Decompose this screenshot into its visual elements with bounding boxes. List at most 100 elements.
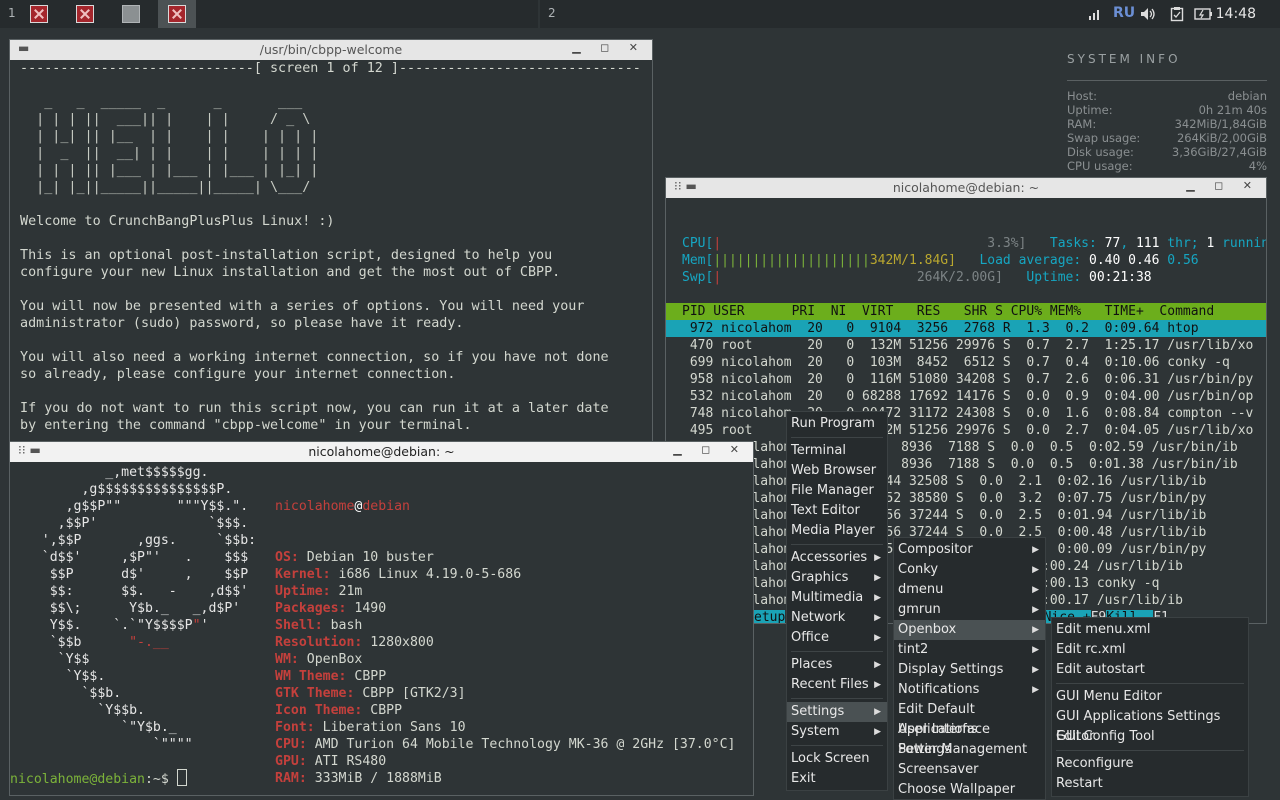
menu-item-notifications[interactable]: Notifications ▶ (894, 680, 1045, 700)
workspace-1-label[interactable]: 1 (8, 6, 16, 20)
menu-item-text-editor[interactable]: Text Editor (787, 501, 887, 521)
process-row[interactable]: nicolahom 20 0 47856 37244 S 0.0 2.5 0:0… (682, 507, 1266, 524)
taskbar-app-4[interactable] (158, 0, 196, 28)
menu-item-display-settings[interactable]: Display Settings ▶ (894, 660, 1045, 680)
taskbar-app-1[interactable] (20, 0, 58, 28)
process-row[interactable]: nicolahom 20 0 32 8936 7188 S 0.0 0.5 0:… (682, 456, 1266, 473)
process-row[interactable]: 470 root 20 0 132M 51256 29976 S 0.7 2.7… (682, 337, 1266, 354)
openbox-submenu[interactable]: Edit menu.xml Edit rc.xml Edit autostart… (1051, 617, 1249, 797)
menu-item-conky[interactable]: Conky ▶ (894, 560, 1045, 580)
clock[interactable]: 14:48 (1216, 6, 1256, 22)
info-row: RAM: 333MiB / 1888MiB (275, 770, 736, 787)
process-row[interactable]: 495 root 20 0 132M 51256 29976 S 0.0 2.7… (682, 422, 1266, 439)
debian-ascii-logo: _,met$$$$$gg. ,g$$$$$$$$$$$$$$$P. ,g$$P"… (10, 464, 256, 753)
window-titlebar[interactable]: ▬ /usr/bin/cbpp-welcome ▁ ◻ ✕ (10, 40, 652, 60)
logo-line: `"""" (10, 737, 193, 752)
menu-item-graphics[interactable]: Graphics ▶ (787, 568, 887, 588)
info-key: CPU: (275, 737, 307, 752)
menu-item-system[interactable]: System ▶ (787, 722, 887, 742)
neofetch-output[interactable]: _,met$$$$$gg. ,g$$$$$$$$$$$$$$$P. ,g$$P"… (10, 462, 753, 795)
process-row[interactable]: 958 nicolahom 20 0 116M 51080 34208 S 0.… (682, 371, 1266, 388)
taskbar-app-2[interactable] (66, 0, 104, 28)
window-controls[interactable]: ▁ ◻ ✕ (1186, 179, 1260, 192)
info-key: Packages: (275, 601, 347, 616)
shell-prompt[interactable]: nicolahome@debian:~$ (10, 769, 187, 788)
menu-item-screensaver[interactable]: Screensaver (894, 760, 1045, 780)
welcome-terminal-text[interactable]: -----------------------------[ screen 1 … (10, 60, 652, 444)
menu-item-edit-rc-xml[interactable]: Edit rc.xml (1052, 640, 1248, 660)
process-row[interactable]: 972 nicolahom 20 0 9104 3256 2768 R 1.3 … (666, 320, 1266, 337)
menu-item-power-management[interactable]: Power Management (894, 740, 1045, 760)
menu-item-file-manager[interactable]: File Manager (787, 481, 887, 501)
signal-icon[interactable] (1088, 7, 1102, 21)
neofetch-terminal-window[interactable]: ⁝⁝ ▬ nicolahome@debian: ~ ▁ ◻ ✕ _,met$$$… (9, 441, 754, 796)
menu-item-restart[interactable]: Restart (1052, 774, 1248, 794)
logo-line: _,met$$$$$gg. (10, 465, 209, 480)
menu-item-choose-wallpaper[interactable]: Choose Wallpaper (894, 780, 1045, 800)
htop-column-header[interactable]: PID USER PRI NI VIRT RES SHR S CPU% MEM%… (666, 303, 1266, 320)
menu-item-accessories[interactable]: Accessories ▶ (787, 548, 887, 568)
info-value: CBPP [GTK2/3] (354, 686, 466, 701)
info-row: OS: Debian 10 buster (275, 549, 736, 566)
menu-item-openbox[interactable]: Openbox ▶ (894, 620, 1045, 640)
menu-item-terminal[interactable]: Terminal (787, 441, 887, 461)
menu-item-edit-menu-xml[interactable]: Edit menu.xml (1052, 620, 1248, 640)
window-controls[interactable]: ▁ ◻ ✕ (572, 41, 646, 54)
menu-separator (1056, 683, 1244, 684)
openbox-root-menu[interactable]: Run Program Terminal Web Browser File Ma… (786, 411, 888, 791)
menu-item-gui-menu-editor[interactable]: GUI Menu Editor (1052, 687, 1248, 707)
menu-item-tint2[interactable]: tint2 ▶ (894, 640, 1045, 660)
menu-item-edit-autostart[interactable]: Edit autostart (1052, 660, 1248, 680)
conky-row: Host: debian (1067, 89, 1267, 103)
process-row[interactable]: 748 nicolahom 20 0 90472 31172 24308 S 0… (682, 405, 1266, 422)
menu-item-gmrun[interactable]: gmrun ▶ (894, 600, 1045, 620)
process-row[interactable]: 699 nicolahom 20 0 103M 8452 6512 S 0.7 … (682, 354, 1266, 371)
menu-item-compositor[interactable]: Compositor ▶ (894, 540, 1045, 560)
conky-row: Swap usage: 264KiB/2,00GiB (1067, 131, 1267, 145)
submenu-arrow-icon: ▶ (874, 573, 881, 583)
clipboard-icon[interactable] (1170, 6, 1184, 22)
logo-line: `Y$$b. (10, 703, 145, 718)
terminal-line: administrator (sudo) password, so please… (12, 316, 464, 331)
fkey-label[interactable]: etup (754, 610, 786, 623)
volume-icon[interactable] (1140, 7, 1156, 21)
menu-item-edit-default-applications[interactable]: Edit Default Applications (894, 700, 1045, 737)
menu-item-gui-config-tool[interactable]: GUI Config Tool (1052, 727, 1248, 747)
conky-divider (1067, 80, 1267, 81)
menu-item-reconfigure[interactable]: Reconfigure (1052, 754, 1248, 774)
window-titlebar[interactable]: ⁝⁝ ▬ nicolahome@debian: ~ ▁ ◻ ✕ (10, 442, 753, 462)
menu-item-media-player[interactable]: Media Player (787, 521, 887, 541)
menu-item-office[interactable]: Office ▶ (787, 628, 887, 648)
menu-item-settings[interactable]: Settings ▶ (787, 702, 887, 722)
terminal-line: -----------------------------[ screen 1 … (12, 61, 641, 76)
info-value: 333MiB / 1888MiB (306, 771, 442, 786)
conky-row: RAM: 342MiB/1,84GiB (1067, 117, 1267, 131)
menu-item-network[interactable]: Network ▶ (787, 608, 887, 628)
keyboard-layout-indicator[interactable]: RU (1113, 5, 1135, 21)
submenu-arrow-icon: ▶ (874, 613, 881, 623)
menu-item-recent-files[interactable]: Recent Files ▶ (787, 675, 887, 695)
process-row[interactable]: nicolahom 20 0 41344 32508 S 0.0 2.1 0:0… (682, 473, 1266, 490)
window-titlebar[interactable]: ⁝⁝ ▬ nicolahome@debian: ~ ▁ ◻ ✕ (666, 178, 1266, 198)
process-row[interactable]: 603 nicolahom 20 0 32 8936 7188 S 0.0 0.… (682, 439, 1266, 456)
menu-item-gui-applications-settings-editor[interactable]: GUI Applications Settings Editor (1052, 707, 1248, 744)
menu-item-run-program[interactable]: Run Program (787, 414, 887, 434)
menu-item-dmenu[interactable]: dmenu ▶ (894, 580, 1045, 600)
menu-item-exit[interactable]: Exit (787, 769, 887, 789)
taskbar-app-3[interactable] (112, 0, 150, 28)
menu-item-lock-screen[interactable]: Lock Screen (787, 749, 887, 769)
workspace-2-label[interactable]: 2 (548, 6, 556, 20)
process-row[interactable]: nicolahom 20 0 61752 38580 S 0.0 3.2 0:0… (682, 490, 1266, 507)
menu-item-user-interface-settings[interactable]: User Interface Settings (894, 720, 1045, 757)
menu-item-multimedia[interactable]: Multimedia ▶ (787, 588, 887, 608)
battery-icon[interactable] (1194, 7, 1214, 21)
menu-item-places[interactable]: Places ▶ (787, 655, 887, 675)
info-value: CBPP (346, 669, 387, 684)
menu-item-web-browser[interactable]: Web Browser (787, 461, 887, 481)
process-row[interactable]: 532 nicolahom 20 0 68288 17692 14176 S 0… (682, 388, 1266, 405)
window-controls[interactable]: ▁ ◻ ✕ (673, 443, 747, 456)
welcome-terminal-window[interactable]: ▬ /usr/bin/cbpp-welcome ▁ ◻ ✕ ----------… (9, 39, 653, 445)
settings-submenu[interactable]: Compositor ▶ Conky ▶ dmenu ▶ gmrun ▶ Openbox… (893, 537, 1046, 800)
